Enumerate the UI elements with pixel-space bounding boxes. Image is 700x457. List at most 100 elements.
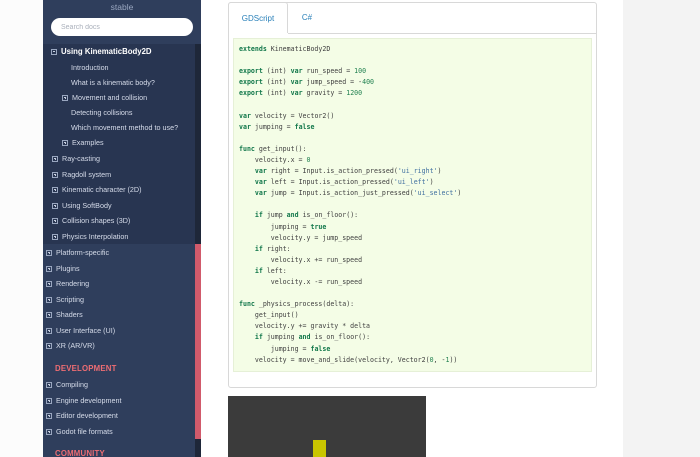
expand-icon: [46, 412, 52, 419]
right-gutter: [623, 0, 700, 457]
code-block: extends KinematicBody2D export (int) var…: [233, 38, 592, 372]
expand-icon: [46, 327, 52, 334]
code-line: if jump and is_on_floor():: [254, 211, 359, 220]
sidebar-item-scripting[interactable]: Scripting: [46, 295, 84, 305]
sidebar-item-shaders[interactable]: Shaders: [46, 310, 83, 320]
expand-icon: [52, 217, 58, 224]
expand-icon: [46, 265, 52, 272]
expand-icon: [46, 428, 52, 435]
expand-icon: [46, 381, 52, 388]
player-sprite: [313, 440, 326, 457]
sidebar-item-kinematic-character[interactable]: Kinematic character (2D): [52, 185, 142, 195]
sidebar-item-label: Using KinematicBody2D: [61, 47, 152, 56]
sidebar-item-which-movement-method[interactable]: Which movement method to use?: [71, 123, 178, 133]
sidebar-item-introduction[interactable]: Introduction: [71, 63, 109, 73]
expand-icon: [46, 311, 52, 318]
sidebar-item-label: Which movement method to use?: [71, 123, 179, 132]
sidebar-item-platform-specific[interactable]: Platform-specific: [46, 248, 109, 258]
sidebar-item-label: Engine development: [56, 396, 122, 405]
sidebar-item-movement-and-collision[interactable]: Movement and collision: [62, 93, 147, 103]
sidebar-item-label: Plugins: [56, 264, 80, 273]
tab-divider: [288, 33, 597, 34]
code-line: extends KinematicBody2D: [239, 45, 331, 53]
code-line: if left:: [254, 266, 287, 275]
expand-icon: [52, 155, 58, 162]
sidebar-item-label: Introduction: [71, 63, 109, 72]
code-line: velocity.x -= run_speed: [239, 277, 363, 286]
sidebar-item-label: Shaders: [56, 310, 83, 319]
expand-icon: [46, 296, 52, 303]
sidebar-item-label: What is a kinematic body?: [71, 78, 155, 87]
expand-icon: [52, 202, 58, 209]
expand-icon: [52, 186, 58, 193]
sidebar-item-label: Using SoftBody: [62, 201, 112, 210]
sidebar-item-label: Godot file formats: [56, 427, 113, 436]
code-line: get_input(): [239, 311, 299, 320]
sidebar-item-label: User Interface (UI): [56, 326, 116, 335]
search-input[interactable]: [51, 18, 193, 36]
code-line: var left = Input.is_action_pressed('ui_l…: [254, 178, 434, 187]
sidebar-item-label: Editor development: [56, 411, 118, 420]
sidebar-item-physics-interpolation[interactable]: Physics Interpolation: [52, 232, 128, 242]
sidebar-item-label: Examples: [72, 138, 104, 147]
sidebar-item-using-kinematicbody2d[interactable]: Using KinematicBody2D: [51, 47, 152, 57]
tab-csharp[interactable]: C#: [288, 2, 326, 33]
sidebar-item-editor-development[interactable]: Editor development: [46, 411, 118, 421]
expand-icon: [62, 139, 68, 146]
sidebar-item-label: Ray-casting: [62, 154, 100, 163]
sidebar-item-label: XR (AR/VR): [56, 341, 95, 350]
sidebar-item-what-is-kinematic-body[interactable]: What is a kinematic body?: [71, 78, 155, 88]
code-line: func get_input():: [239, 144, 307, 153]
collapse-icon: [51, 48, 57, 55]
expand-icon: [46, 397, 52, 404]
code-line: velocity.x += run_speed: [239, 255, 363, 264]
expand-icon: [46, 342, 52, 349]
version-label: stable: [110, 2, 134, 12]
code-line: jumping = false: [239, 344, 331, 353]
code-line: jumping = true: [239, 222, 327, 231]
expand-icon: [62, 94, 68, 101]
sidebar-item-engine-development[interactable]: Engine development: [46, 396, 122, 406]
sidebar-item-examples[interactable]: Examples: [62, 138, 104, 148]
sidebar: stable Using KinematicBody2D Introductio…: [43, 0, 201, 457]
sidebar-item-label: Compiling: [56, 380, 88, 389]
sidebar-section-development: DEVELOPMENT: [55, 364, 117, 373]
code-line: var jump = Input.is_action_just_pressed(…: [254, 189, 462, 198]
expand-icon: [46, 249, 52, 256]
sidebar-item-xr[interactable]: XR (AR/VR): [46, 341, 95, 351]
left-gutter: [0, 0, 43, 457]
sidebar-section-community: COMMUNITY: [55, 449, 105, 457]
sidebar-item-detecting-collisions[interactable]: Detecting collisions: [71, 108, 133, 118]
code-line: var right = Input.is_action_pressed('ui_…: [254, 167, 442, 176]
sidebar-item-using-softbody[interactable]: Using SoftBody: [52, 201, 112, 211]
expand-icon: [46, 280, 52, 287]
code-line: velocity.y = jump_speed: [239, 233, 363, 242]
sidebar-item-plugins[interactable]: Plugins: [46, 264, 80, 274]
game-preview: [228, 396, 426, 457]
code-line: velocity.x = 0: [239, 155, 311, 164]
sidebar-item-collision-shapes-3d[interactable]: Collision shapes (3D): [52, 216, 130, 226]
tab-gdscript[interactable]: GDScript: [228, 2, 288, 33]
code-line: var jumping = false: [239, 122, 315, 131]
expand-icon: [52, 233, 58, 240]
sidebar-item-user-interface[interactable]: User Interface (UI): [46, 326, 115, 336]
sidebar-item-rendering[interactable]: Rendering: [46, 279, 89, 289]
code-line: export (int) var gravity = 1200: [239, 89, 363, 98]
sidebar-item-label: Scripting: [56, 295, 84, 304]
sidebar-item-label: Platform-specific: [56, 248, 110, 257]
sidebar-item-label: Kinematic character (2D): [62, 185, 142, 194]
sidebar-item-label: Collision shapes (3D): [62, 216, 131, 225]
code-line: var velocity = Vector2(): [239, 111, 335, 120]
sidebar-item-label: Rendering: [56, 279, 90, 288]
code-line: if jumping and is_on_floor():: [254, 333, 371, 342]
code-text: extends KinematicBody2D export (int) var…: [239, 44, 461, 366]
expand-icon: [52, 171, 58, 178]
sidebar-item-compiling[interactable]: Compiling: [46, 380, 88, 390]
sidebar-item-ragdoll-system[interactable]: Ragdoll system: [52, 170, 111, 180]
code-line: if right:: [254, 244, 291, 253]
sidebar-item-godot-file-formats[interactable]: Godot file formats: [46, 427, 113, 437]
sidebar-item-label: Movement and collision: [72, 93, 148, 102]
sidebar-item-ray-casting[interactable]: Ray-casting: [52, 154, 100, 164]
sidebar-header: stable: [43, 0, 201, 44]
sidebar-item-label: Ragdoll system: [62, 170, 112, 179]
